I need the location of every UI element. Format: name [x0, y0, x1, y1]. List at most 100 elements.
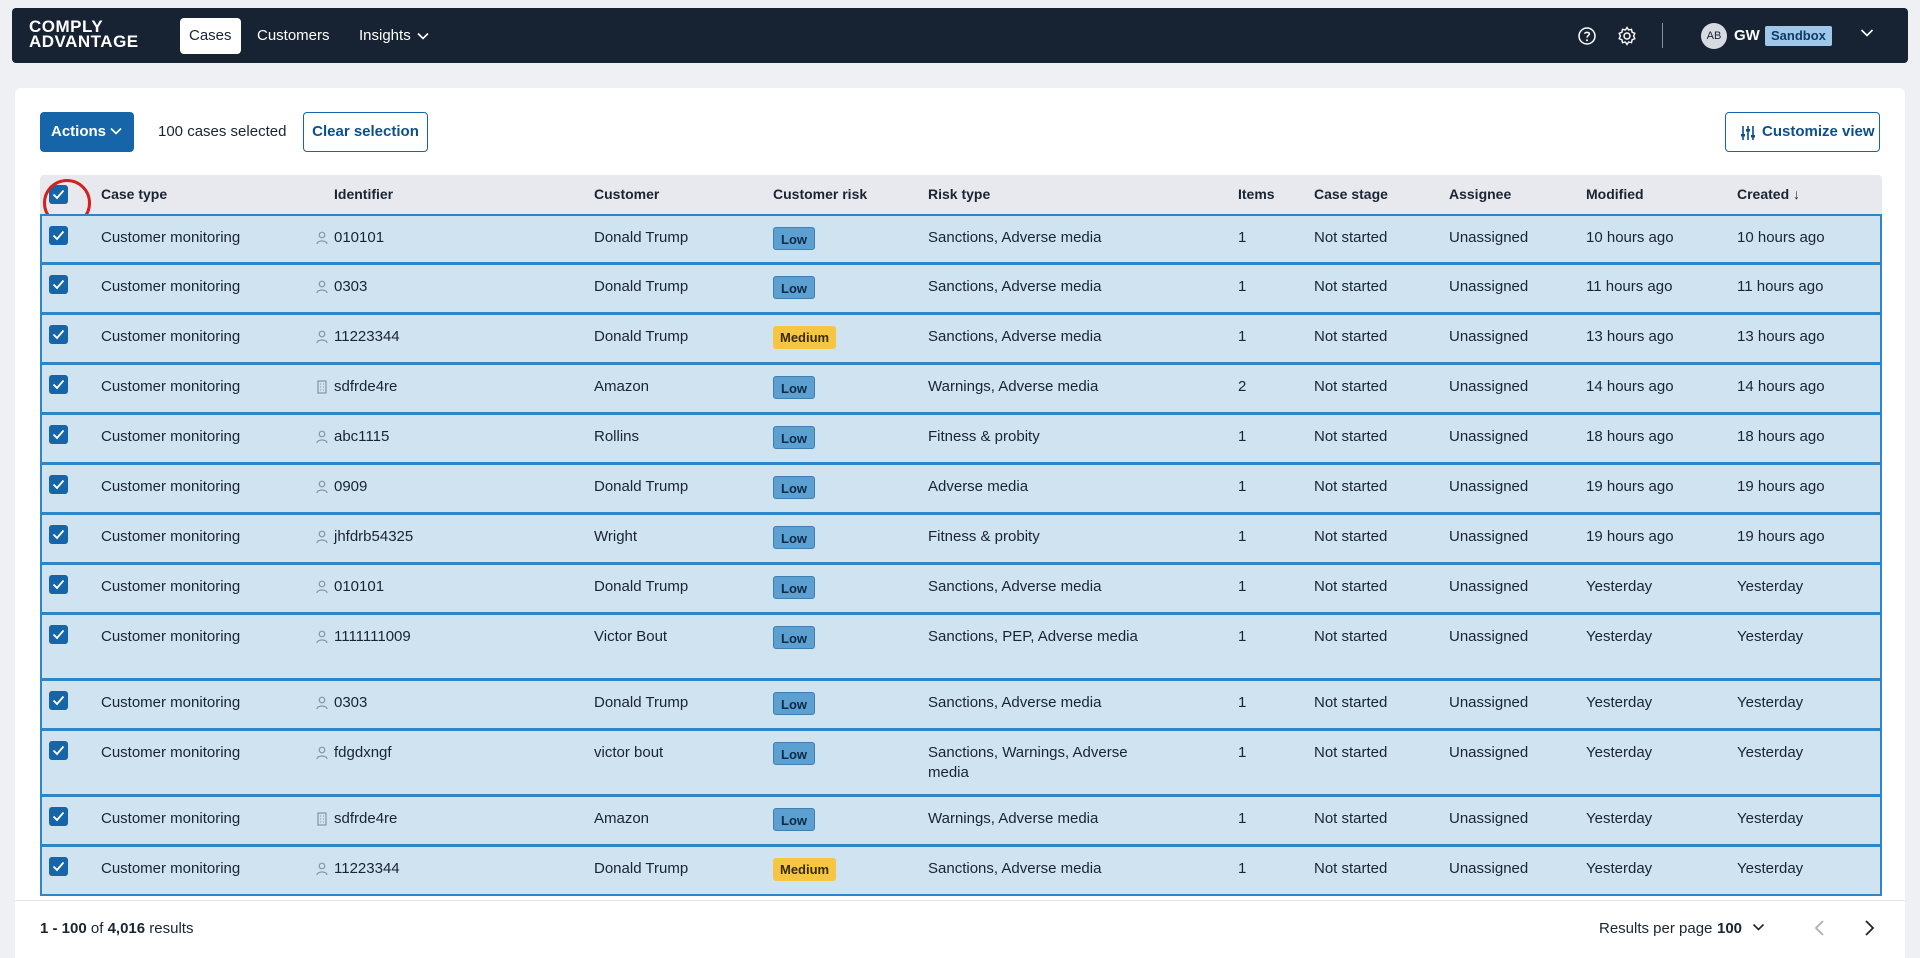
range-of: of: [90, 920, 104, 937]
row-checkbox[interactable]: [49, 625, 68, 644]
col-items[interactable]: Items: [1238, 175, 1275, 214]
table-row[interactable]: Customer monitoring 11223344 Donald Trump M…: [40, 846, 1882, 896]
identifier-text[interactable]: 1111111009: [334, 628, 411, 645]
col-assignee[interactable]: Assignee: [1449, 175, 1511, 214]
row-checkbox[interactable]: [49, 275, 68, 294]
next-page-icon[interactable]: [1861, 918, 1877, 938]
col-customer[interactable]: Customer: [594, 175, 659, 214]
results-range: 1 - 100 of 4,016 results: [40, 920, 193, 937]
cell-risk-type: Sanctions, Warnings, Adverse media: [928, 744, 1128, 781]
row-checkbox[interactable]: [49, 857, 68, 876]
cell-modified: Yesterday: [1586, 860, 1653, 877]
identifier-text[interactable]: jhfdrb54325: [334, 528, 413, 545]
cell-customer: Donald Trump: [594, 578, 689, 595]
table-row[interactable]: Customer monitoring sdfrde4re Amazon Low War…: [40, 364, 1882, 414]
cell-customer-risk: Low: [773, 525, 815, 549]
select-all-checkbox[interactable]: [43, 179, 91, 227]
table-row[interactable]: Customer monitoring abc1115 Rollins Low Fitn…: [40, 414, 1882, 464]
customize-view-label: Customize view: [1762, 123, 1875, 140]
nav-customers[interactable]: Customers: [248, 18, 339, 54]
col-customer-risk[interactable]: Customer risk: [773, 175, 867, 214]
comply-advantage-logo[interactable]: COMPLY ADVANTAGE: [29, 18, 139, 50]
row-checkbox[interactable]: [49, 807, 68, 826]
cell-risk-type: Warnings, Adverse media: [928, 378, 1099, 395]
identifier-text[interactable]: 010101: [334, 229, 384, 246]
chevron-down-icon[interactable]: [1752, 923, 1765, 932]
row-checkbox[interactable]: [49, 741, 68, 760]
identifier-text[interactable]: sdfrde4re: [334, 378, 397, 395]
identifier-text[interactable]: 11223344: [334, 860, 400, 877]
nav-cases[interactable]: Cases: [180, 18, 241, 54]
row-checkbox[interactable]: [49, 525, 68, 544]
col-case-type[interactable]: Case type: [101, 175, 167, 214]
account-chevron-down-icon[interactable]: [1860, 28, 1874, 38]
cell-customer-risk: Low: [773, 575, 815, 599]
results-per-page-select[interactable]: 100: [1717, 920, 1742, 937]
col-modified[interactable]: Modified: [1586, 175, 1644, 214]
person-icon: [316, 580, 328, 594]
row-checkbox[interactable]: [49, 425, 68, 444]
cell-case-stage: Not started: [1314, 229, 1388, 246]
results-per-page-label: Results per page: [1599, 920, 1713, 937]
col-identifier[interactable]: Identifier: [334, 175, 393, 214]
row-checkbox[interactable]: [49, 475, 68, 494]
clear-selection-button[interactable]: Clear selection: [303, 112, 428, 152]
col-risk-type[interactable]: Risk type: [928, 175, 990, 214]
identifier-text[interactable]: 010101: [334, 578, 384, 595]
table-row[interactable]: Customer monitoring jhfdrb54325 Wright Low F…: [40, 514, 1882, 564]
identifier-text[interactable]: 0303: [334, 694, 367, 711]
row-checkbox[interactable]: [49, 375, 68, 394]
cell-assignee: Unassigned: [1449, 528, 1529, 545]
table-row[interactable]: Customer monitoring sdfrde4re Amazon Low War…: [40, 796, 1882, 846]
cell-risk-type: Fitness & probity: [928, 428, 1040, 445]
cell-items: 1: [1238, 229, 1247, 246]
cell-customer: Donald Trump: [594, 278, 689, 295]
table-row[interactable]: Customer monitoring fdgdxngf victor bout Lo…: [40, 730, 1882, 796]
cell-case-stage: Not started: [1314, 694, 1388, 711]
cell-case-stage: Not started: [1314, 578, 1388, 595]
help-icon[interactable]: [1576, 25, 1598, 47]
row-checkbox[interactable]: [49, 325, 68, 344]
cell-case-stage: Not started: [1314, 328, 1388, 345]
table-row[interactable]: Customer monitoring 0909 Donald Trump Low Ad…: [40, 464, 1882, 514]
user-initials[interactable]: GW: [1734, 23, 1760, 49]
cell-created: Yesterday: [1737, 810, 1804, 827]
col-created-label: Created: [1737, 186, 1790, 202]
cell-case-stage: Not started: [1314, 478, 1388, 495]
cell-modified: Yesterday: [1586, 628, 1653, 645]
customize-view-button[interactable]: Customize view: [1725, 112, 1880, 152]
cell-assignee: Unassigned: [1449, 578, 1529, 595]
identifier-text[interactable]: fdgdxngf: [334, 744, 392, 761]
cell-created: 18 hours ago: [1737, 428, 1825, 445]
row-checkbox[interactable]: [49, 575, 68, 594]
row-checkbox[interactable]: [49, 691, 68, 710]
cell-items: 1: [1238, 860, 1247, 877]
identifier-text[interactable]: sdfrde4re: [334, 810, 397, 827]
identifier-text[interactable]: 0303: [334, 278, 367, 295]
table-row[interactable]: Customer monitoring 010101 Donald Trump Low…: [40, 564, 1882, 614]
table-row[interactable]: Customer monitoring 11223344 Donald Trump M…: [40, 314, 1882, 364]
identifier-text[interactable]: 0909: [334, 478, 367, 495]
settings-icon[interactable]: [1616, 25, 1638, 47]
cell-identifier: 0303: [316, 277, 367, 297]
checkmark-icon: [52, 579, 65, 590]
avatar[interactable]: AB: [1701, 23, 1727, 49]
cell-customer: Victor Bout: [594, 628, 668, 645]
checkmark-icon: [52, 379, 65, 390]
actions-button[interactable]: Actions: [40, 112, 134, 152]
table-row[interactable]: Customer monitoring 0303 Donald Trump Low Sa…: [40, 264, 1882, 314]
identifier-text[interactable]: 11223344: [334, 328, 400, 345]
table-row[interactable]: Customer monitoring 1111111009 Victor Bout…: [40, 614, 1882, 680]
identifier-text[interactable]: abc1115: [334, 428, 389, 445]
table-row[interactable]: Customer monitoring 010101 Donald Trump Low…: [40, 214, 1882, 264]
nav-insights[interactable]: Insights: [350, 18, 438, 54]
cell-created: Yesterday: [1737, 628, 1804, 645]
cell-items: 1: [1238, 694, 1247, 711]
table-row[interactable]: Customer monitoring 0303 Donald Trump Low Sa…: [40, 680, 1882, 730]
previous-page-icon[interactable]: [1812, 918, 1828, 938]
cell-identifier: 1111111009: [316, 627, 411, 647]
row-checkbox[interactable]: [49, 226, 68, 245]
col-created[interactable]: Created ↓: [1737, 175, 1800, 214]
cell-risk-type: Sanctions, PEP, Adverse media: [928, 628, 1138, 645]
col-case-stage[interactable]: Case stage: [1314, 175, 1388, 214]
